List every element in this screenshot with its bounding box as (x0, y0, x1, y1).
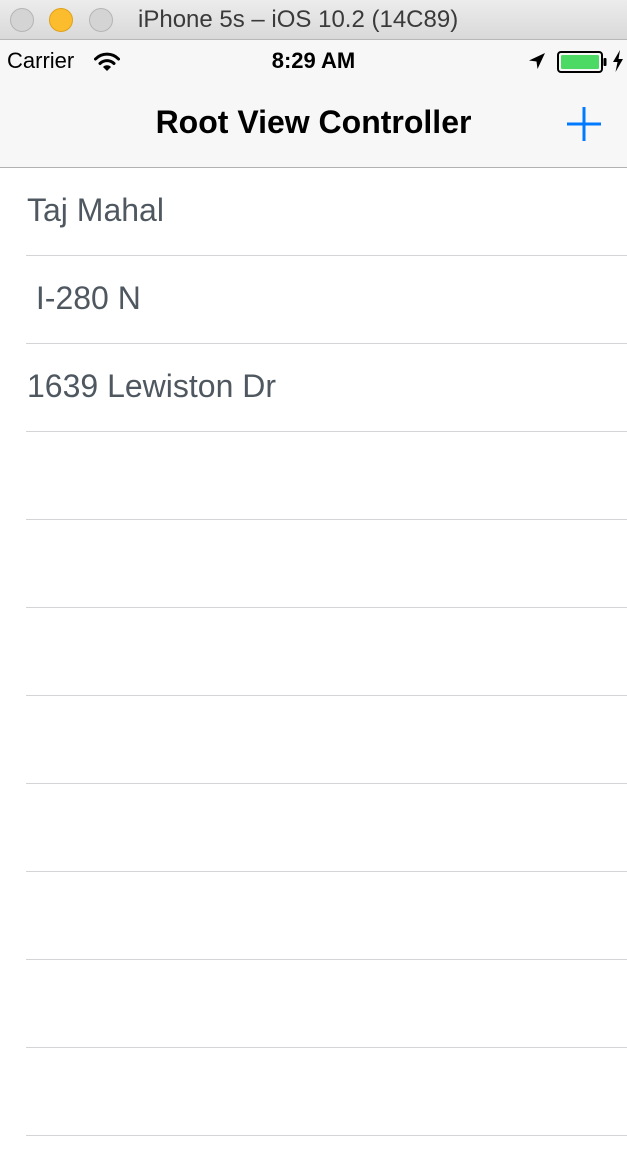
table-row[interactable] (26, 1048, 627, 1136)
status-bar: Carrier 8:29 AM (0, 40, 627, 82)
table-row[interactable] (26, 960, 627, 1048)
window-close-button[interactable] (10, 8, 34, 32)
window-zoom-button[interactable] (89, 8, 113, 32)
table-row[interactable] (26, 784, 627, 872)
table-row[interactable] (26, 432, 627, 520)
navigation-bar: Root View Controller (0, 82, 627, 168)
row-label: I-280 N (27, 280, 141, 316)
simulator-title-bar: iPhone 5s – iOS 10.2 (14C89) (0, 0, 627, 40)
nav-title: Root View Controller (155, 104, 472, 140)
table-view[interactable]: Taj Mahal I-280 N 1639 Lewiston Dr (0, 168, 627, 1136)
window-minimize-button[interactable] (49, 8, 73, 32)
table-row[interactable]: I-280 N (26, 256, 627, 344)
add-button[interactable] (566, 106, 602, 142)
location-arrow-icon (529, 53, 545, 69)
battery-icon (557, 51, 607, 73)
table-row[interactable]: Taj Mahal (26, 168, 627, 256)
table-row[interactable] (26, 696, 627, 784)
plus-icon (567, 107, 601, 141)
charging-bolt-icon (613, 50, 623, 72)
row-label: Taj Mahal (27, 192, 164, 228)
row-label: 1639 Lewiston Dr (27, 368, 277, 404)
table-row[interactable] (26, 872, 627, 960)
table-row[interactable]: 1639 Lewiston Dr (26, 344, 627, 432)
table-row[interactable] (26, 608, 627, 696)
window-title: iPhone 5s – iOS 10.2 (14C89) (138, 6, 459, 33)
table-row[interactable] (26, 520, 627, 608)
